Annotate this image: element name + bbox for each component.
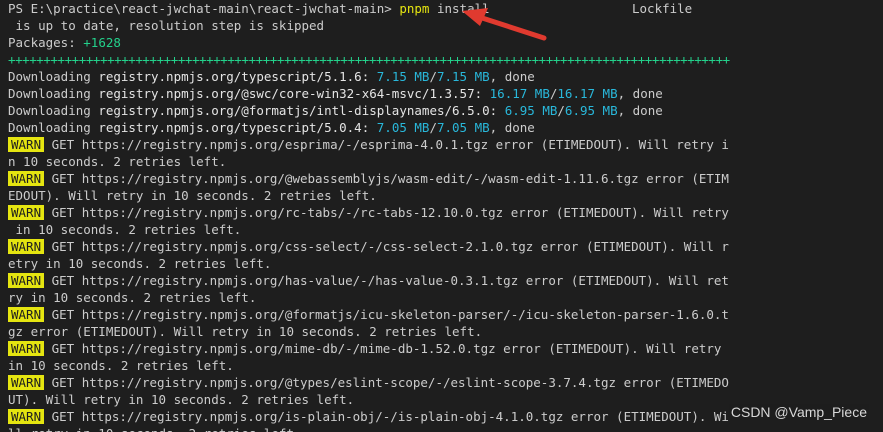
download-prefix: Downloading [8,120,99,135]
download-line: Downloading registry.npmjs.org/@swc/core… [8,85,883,102]
command-name: pnpm [399,1,430,16]
download-status: , done [617,86,663,101]
download-url: registry.npmjs.org/typescript/5.1.6: [98,69,377,84]
prompt-line: PS E:\practice\react-jwchat-main\react-j… [8,0,883,17]
download-line: Downloading registry.npmjs.org/typescrip… [8,68,883,85]
warn-badge: WARN [8,205,45,220]
progress-bar: ++++++++++++++++++++++++++++++++++++++++… [8,52,730,67]
download-line: Downloading registry.npmjs.org/@formatjs… [8,102,883,119]
lockfile-continuation-text: is up to date, resolution step is skippe… [8,18,325,33]
warning-continuation: etry in 10 seconds. 2 retries left. [8,256,272,271]
download-sep: / [429,120,437,135]
warning-text: GET https://registry.npmjs.org/@types/es… [44,375,729,390]
warning-text: GET https://registry.npmjs.org/mime-db/-… [44,341,722,356]
download-prefix: Downloading [8,86,99,101]
warn-badge: WARN [8,137,45,152]
warning-line: WARN GET https://registry.npmjs.org/has-… [8,272,883,289]
warning-continuation: n 10 seconds. 2 retries left. [8,154,227,169]
warning-continuation: EDOUT). Will retry in 10 seconds. 2 retr… [8,188,377,203]
lockfile-label: Lockfile [632,1,693,16]
warning-continuation: ry in 10 seconds. 2 retries left. [8,290,257,305]
download-prefix: Downloading [8,103,99,118]
warn-badge: WARN [8,307,45,322]
download-done-size: 7.05 MB [376,120,430,135]
warn-badge: WARN [8,273,45,288]
warning-text: GET https://registry.npmjs.org/is-plain-… [44,409,729,424]
warning-line: WARN GET https://registry.npmjs.org/@for… [8,306,883,323]
download-status: , done [489,120,535,135]
packages-label: Packages: [8,35,84,50]
download-total-size: 7.05 MB [436,120,490,135]
warning-line: WARN GET https://registry.npmjs.org/css-… [8,238,883,255]
warning-continuation: ll retry in 10 seconds. 2 retries left. [8,425,883,432]
download-total-size: 7.15 MB [436,69,490,84]
packages-count: +1628 [83,35,121,50]
warning-line: WARN GET https://registry.npmjs.org/@web… [8,170,883,187]
warning-continuation: in 10 seconds. 2 retries left. [8,358,234,373]
warn-badge: WARN [8,239,45,254]
warn-badge: WARN [8,171,45,186]
warning-line: WARN GET https://registry.npmjs.org/@typ… [8,374,883,391]
download-total-size: 16.17 MB [557,86,618,101]
warning-text: GET https://registry.npmjs.org/@webassem… [44,171,729,186]
downloads-list: Downloading registry.npmjs.org/typescrip… [8,68,883,136]
download-sep: / [557,103,565,118]
warning-line: WARN GET https://registry.npmjs.org/rc-t… [8,204,883,221]
download-status: , done [489,69,535,84]
download-total-size: 6.95 MB [564,103,618,118]
download-done-size: 6.95 MB [504,103,558,118]
warn-badge: WARN [8,375,45,390]
download-done-size: 16.17 MB [489,86,550,101]
packages-line: Packages: +1628 [8,34,883,51]
warning-text: GET https://registry.npmjs.org/has-value… [44,273,729,288]
warning-text: GET https://registry.npmjs.org/css-selec… [44,239,729,254]
warnings-list: WARN GET https://registry.npmjs.org/espr… [8,136,883,432]
download-url: registry.npmjs.org/typescript/5.0.4: [98,120,377,135]
warning-text: GET https://registry.npmjs.org/@formatjs… [44,307,729,322]
warning-line: WARN GET https://registry.npmjs.org/espr… [8,136,883,153]
warning-text: GET https://registry.npmjs.org/rc-tabs/-… [44,205,729,220]
download-done-size: 7.15 MB [376,69,430,84]
warning-continuation: in 10 seconds. 2 retries left. [8,222,242,237]
terminal-output[interactable]: PS E:\practice\react-jwchat-main\react-j… [0,0,883,432]
download-sep: / [429,69,437,84]
download-prefix: Downloading [8,69,99,84]
lockfile-continuation-line: is up to date, resolution step is skippe… [8,17,883,34]
download-url: registry.npmjs.org/@swc/core-win32-x64-m… [98,86,490,101]
warn-badge: WARN [8,409,45,424]
warning-text: GET https://registry.npmjs.org/esprima/-… [44,137,729,152]
warning-continuation: gz error (ETIMEDOUT). Will retry in 10 s… [8,324,483,339]
download-url: registry.npmjs.org/@formatjs/intl-displa… [98,103,505,118]
command-args: install [429,1,490,16]
watermark: CSDN @Vamp_Piece [728,404,869,420]
download-status: , done [617,103,663,118]
prompt-path: PS E:\practice\react-jwchat-main\react-j… [8,1,400,16]
download-line: Downloading registry.npmjs.org/typescrip… [8,119,883,136]
warn-badge: WARN [8,341,45,356]
warning-line: WARN GET https://registry.npmjs.org/mime… [8,340,883,357]
